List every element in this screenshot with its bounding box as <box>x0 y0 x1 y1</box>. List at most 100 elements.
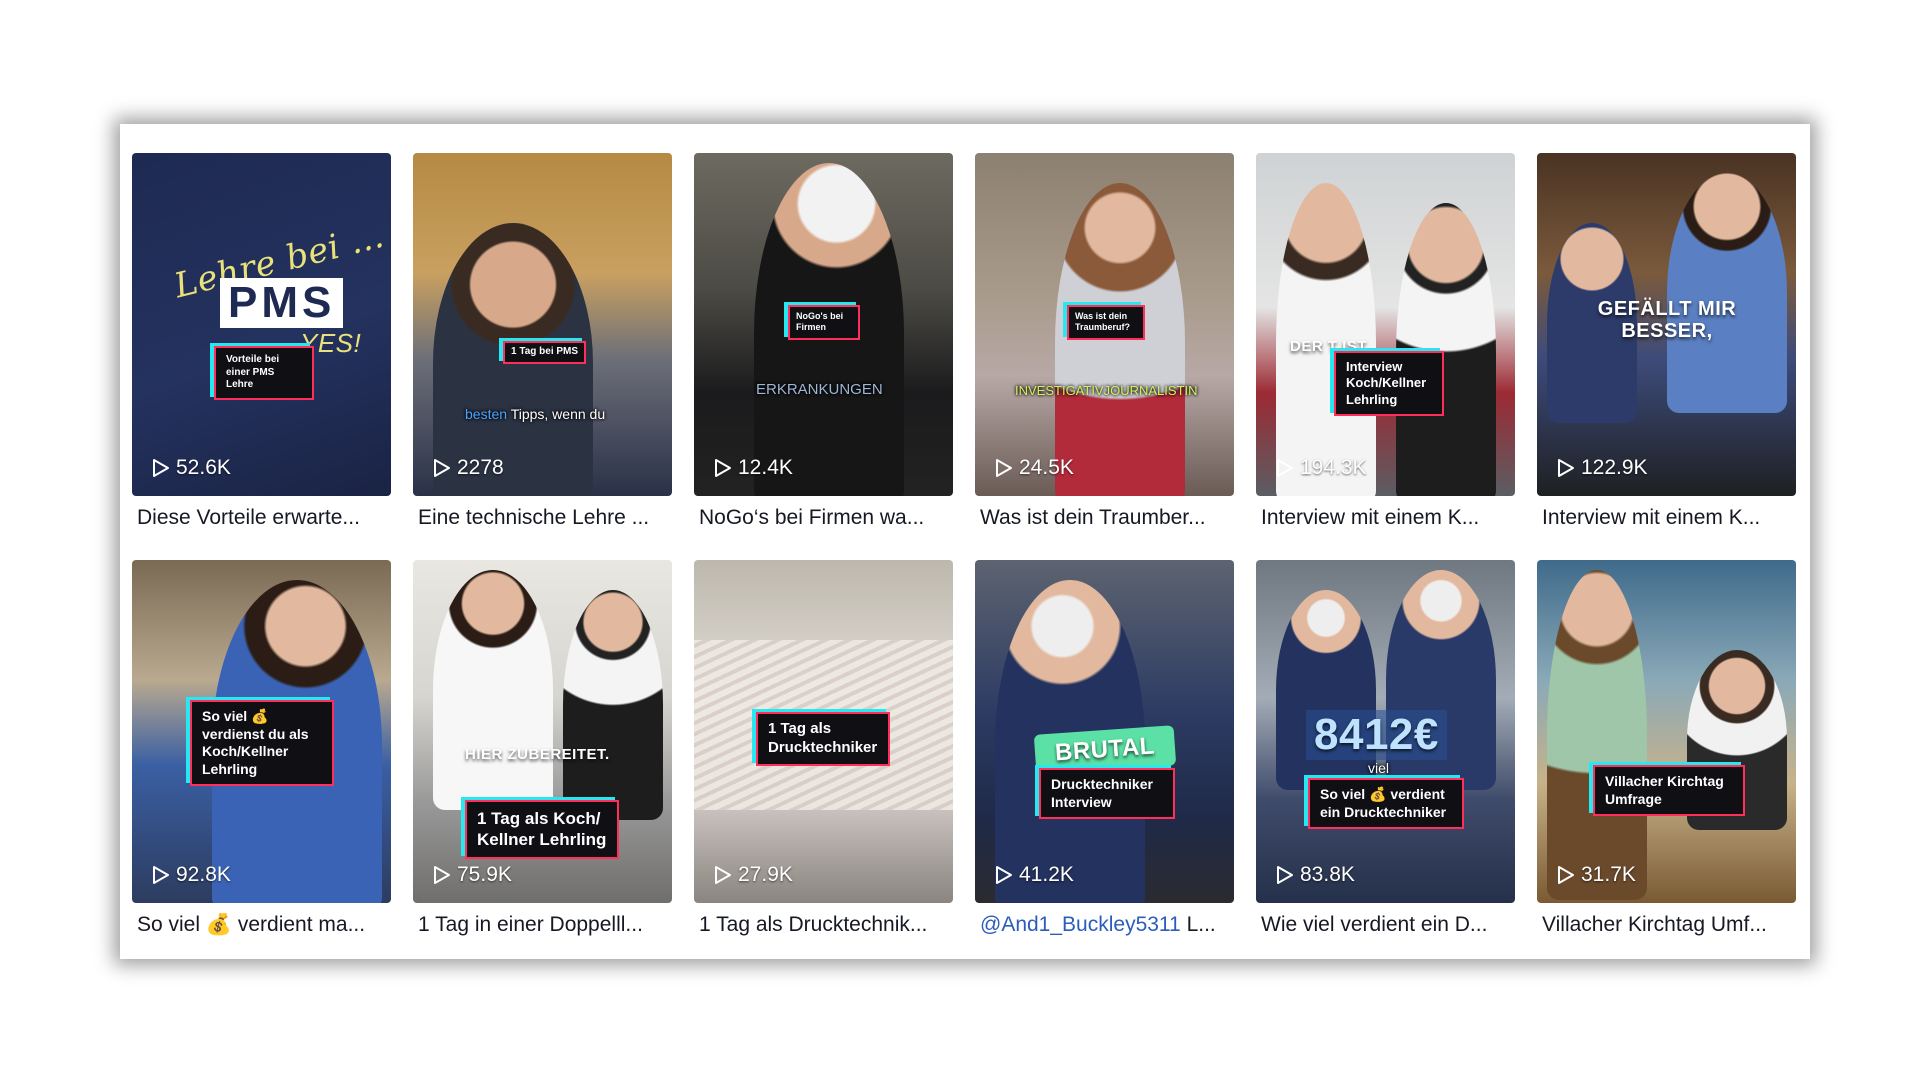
view-count: 24.5K <box>995 456 1074 480</box>
video-overlay-label: 1 Tag als Koch/ Kellner Lehrling <box>465 800 619 859</box>
view-count: 41.2K <box>995 863 1074 887</box>
video-subtitle-highlight: besten <box>465 406 508 422</box>
video-overlay-label: So viel 💰 verdient ein Drucktechniker <box>1308 778 1464 829</box>
view-count-value: 41.2K <box>1019 863 1074 886</box>
play-icon <box>996 866 1012 884</box>
video-caption[interactable]: Eine technische Lehre ... <box>413 506 672 536</box>
video-subtitle: besten Tipps, wenn du <box>465 406 605 422</box>
view-count: 52.6K <box>152 456 231 480</box>
video-card[interactable]: Lehre bei ... PMS YES! Vorteile bei eine… <box>132 153 391 536</box>
caption-mention-link[interactable]: @And1_Buckley5311 <box>980 913 1181 936</box>
video-card[interactable]: Villacher Kirchtag Umfrage 31.7K Villach… <box>1537 560 1796 943</box>
video-card[interactable]: DER T IST. Interview Koch/Kellner Lehrli… <box>1256 153 1515 536</box>
person-figure <box>1276 590 1376 790</box>
play-icon <box>434 866 450 884</box>
video-caption[interactable]: 1 Tag in einer Doppelll... <box>413 913 672 943</box>
play-icon <box>1277 459 1293 477</box>
play-icon <box>715 866 731 884</box>
video-caption[interactable]: So viel 💰 verdient ma... <box>132 913 391 943</box>
video-subtitle: viel <box>1368 760 1390 776</box>
view-count-value: 2278 <box>457 456 504 479</box>
view-count: 83.8K <box>1276 863 1355 887</box>
video-card[interactable]: So viel 💰 verdienst du als Koch/Kellner … <box>132 560 391 943</box>
video-caption[interactable]: Villacher Kirchtag Umf... <box>1537 913 1796 943</box>
video-card[interactable]: Was ist dein Traumberuf? INVESTIGATIVJOU… <box>975 153 1234 536</box>
video-overlay-label: Drucktechniker Interview <box>1039 768 1175 819</box>
video-card[interactable]: GEFÄLLT MIR BESSER, 122.9K Interview mit… <box>1537 153 1796 536</box>
view-count: 75.9K <box>433 863 512 887</box>
view-count: 27.9K <box>714 863 793 887</box>
video-overlay-label: NoGo's bei Firmen <box>788 305 860 340</box>
video-caption[interactable]: Diese Vorteile erwarte... <box>132 506 391 536</box>
video-big-text: 8412€ <box>1306 710 1447 760</box>
video-thumbnail[interactable]: Was ist dein Traumberuf? INVESTIGATIVJOU… <box>975 153 1234 496</box>
play-icon <box>715 459 731 477</box>
video-card[interactable]: 1 Tag bei PMS besten Tipps, wenn du 2278… <box>413 153 672 536</box>
play-icon <box>1277 866 1293 884</box>
video-subtitle: INVESTIGATIVJOURNALISTIN <box>1015 383 1198 398</box>
play-icon <box>434 459 450 477</box>
video-caption[interactable]: 1 Tag als Drucktechnik... <box>694 913 953 943</box>
video-caption[interactable]: NoGo‘s bei Firmen wa... <box>694 506 953 536</box>
video-caption[interactable]: Interview mit einem K... <box>1256 506 1515 536</box>
play-icon <box>996 459 1012 477</box>
video-overlay-label: Vorteile bei einer PMS Lehre <box>214 346 314 400</box>
person-figure <box>563 590 663 820</box>
video-subtitle: ERKRANKUNGEN <box>756 381 883 398</box>
video-card[interactable]: 8412€ viel So viel 💰 verdient ein Druckt… <box>1256 560 1515 943</box>
video-thumbnail[interactable]: 1 Tag als Drucktechniker 27.9K <box>694 560 953 903</box>
video-thumbnail[interactable]: DER T IST. Interview Koch/Kellner Lehrli… <box>1256 153 1515 496</box>
video-subtitle-text: Tipps, wenn du <box>510 406 606 422</box>
person-figure <box>1396 203 1496 496</box>
video-thumbnail[interactable]: 8412€ viel So viel 💰 verdient ein Druckt… <box>1256 560 1515 903</box>
view-count: 31.7K <box>1557 863 1636 887</box>
person-figure <box>1547 570 1647 900</box>
view-count: 122.9K <box>1557 456 1648 480</box>
play-icon <box>1558 866 1574 884</box>
video-thumbnail[interactable]: Villacher Kirchtag Umfrage 31.7K <box>1537 560 1796 903</box>
video-thumbnail[interactable]: HIER ZUBEREITET. 1 Tag als Koch/ Kellner… <box>413 560 672 903</box>
scene-text-pms: PMS <box>220 278 344 328</box>
view-count-value: 52.6K <box>176 456 231 479</box>
video-grid-panel: Lehre bei ... PMS YES! Vorteile bei eine… <box>120 124 1810 959</box>
video-card[interactable]: HIER ZUBEREITET. 1 Tag als Koch/ Kellner… <box>413 560 672 943</box>
person-figure <box>433 570 553 810</box>
video-caption[interactable]: Was ist dein Traumber... <box>975 506 1234 536</box>
view-count-value: 75.9K <box>457 863 512 886</box>
video-thumbnail[interactable]: Lehre bei ... PMS YES! Vorteile bei eine… <box>132 153 391 496</box>
play-icon <box>153 459 169 477</box>
video-thumbnail[interactable]: 1 Tag bei PMS besten Tipps, wenn du 2278 <box>413 153 672 496</box>
view-count-value: 194.3K <box>1300 456 1367 479</box>
view-count: 2278 <box>433 456 504 480</box>
video-overlay-label: 1 Tag als Drucktechniker <box>756 712 890 766</box>
view-count: 92.8K <box>152 863 231 887</box>
video-card[interactable]: NoGo's bei Firmen ERKRANKUNGEN 12.4K NoG… <box>694 153 953 536</box>
play-icon <box>1558 459 1574 477</box>
person-figure <box>1055 183 1185 496</box>
video-overlay-label: Interview Koch/Kellner Lehrling <box>1334 351 1444 416</box>
video-grid: Lehre bei ... PMS YES! Vorteile bei eine… <box>132 153 1796 943</box>
video-thumbnail[interactable]: NoGo's bei Firmen ERKRANKUNGEN 12.4K <box>694 153 953 496</box>
play-icon <box>153 866 169 884</box>
video-thumbnail[interactable]: GEFÄLLT MIR BESSER, 122.9K <box>1537 153 1796 496</box>
video-thumbnail[interactable]: So viel 💰 verdienst du als Koch/Kellner … <box>132 560 391 903</box>
view-count-value: 27.9K <box>738 863 793 886</box>
view-count-value: 24.5K <box>1019 456 1074 479</box>
caption-text: L... <box>1180 913 1216 936</box>
video-card[interactable]: BRUTAL Drucktechniker Interview 41.2K @A… <box>975 560 1234 943</box>
video-big-text: HIER ZUBEREITET. <box>465 746 610 763</box>
video-card[interactable]: 1 Tag als Drucktechniker 27.9K 1 Tag als… <box>694 560 953 943</box>
video-caption[interactable]: Wie viel verdient ein D... <box>1256 913 1515 943</box>
video-overlay-label: Villacher Kirchtag Umfrage <box>1593 765 1745 816</box>
person-figure <box>1667 173 1787 413</box>
video-big-text: GEFÄLLT MIR BESSER, <box>1597 298 1737 342</box>
video-overlay-label: So viel 💰 verdienst du als Koch/Kellner … <box>190 700 334 786</box>
view-count-value: 92.8K <box>176 863 231 886</box>
view-count-value: 122.9K <box>1581 456 1648 479</box>
view-count-value: 83.8K <box>1300 863 1355 886</box>
video-caption[interactable]: Interview mit einem K... <box>1537 506 1796 536</box>
video-caption[interactable]: @And1_Buckley5311 L... <box>975 913 1234 943</box>
video-overlay-label: Was ist dein Traumberuf? <box>1067 305 1145 340</box>
video-thumbnail[interactable]: BRUTAL Drucktechniker Interview 41.2K <box>975 560 1234 903</box>
view-count-value: 31.7K <box>1581 863 1636 886</box>
